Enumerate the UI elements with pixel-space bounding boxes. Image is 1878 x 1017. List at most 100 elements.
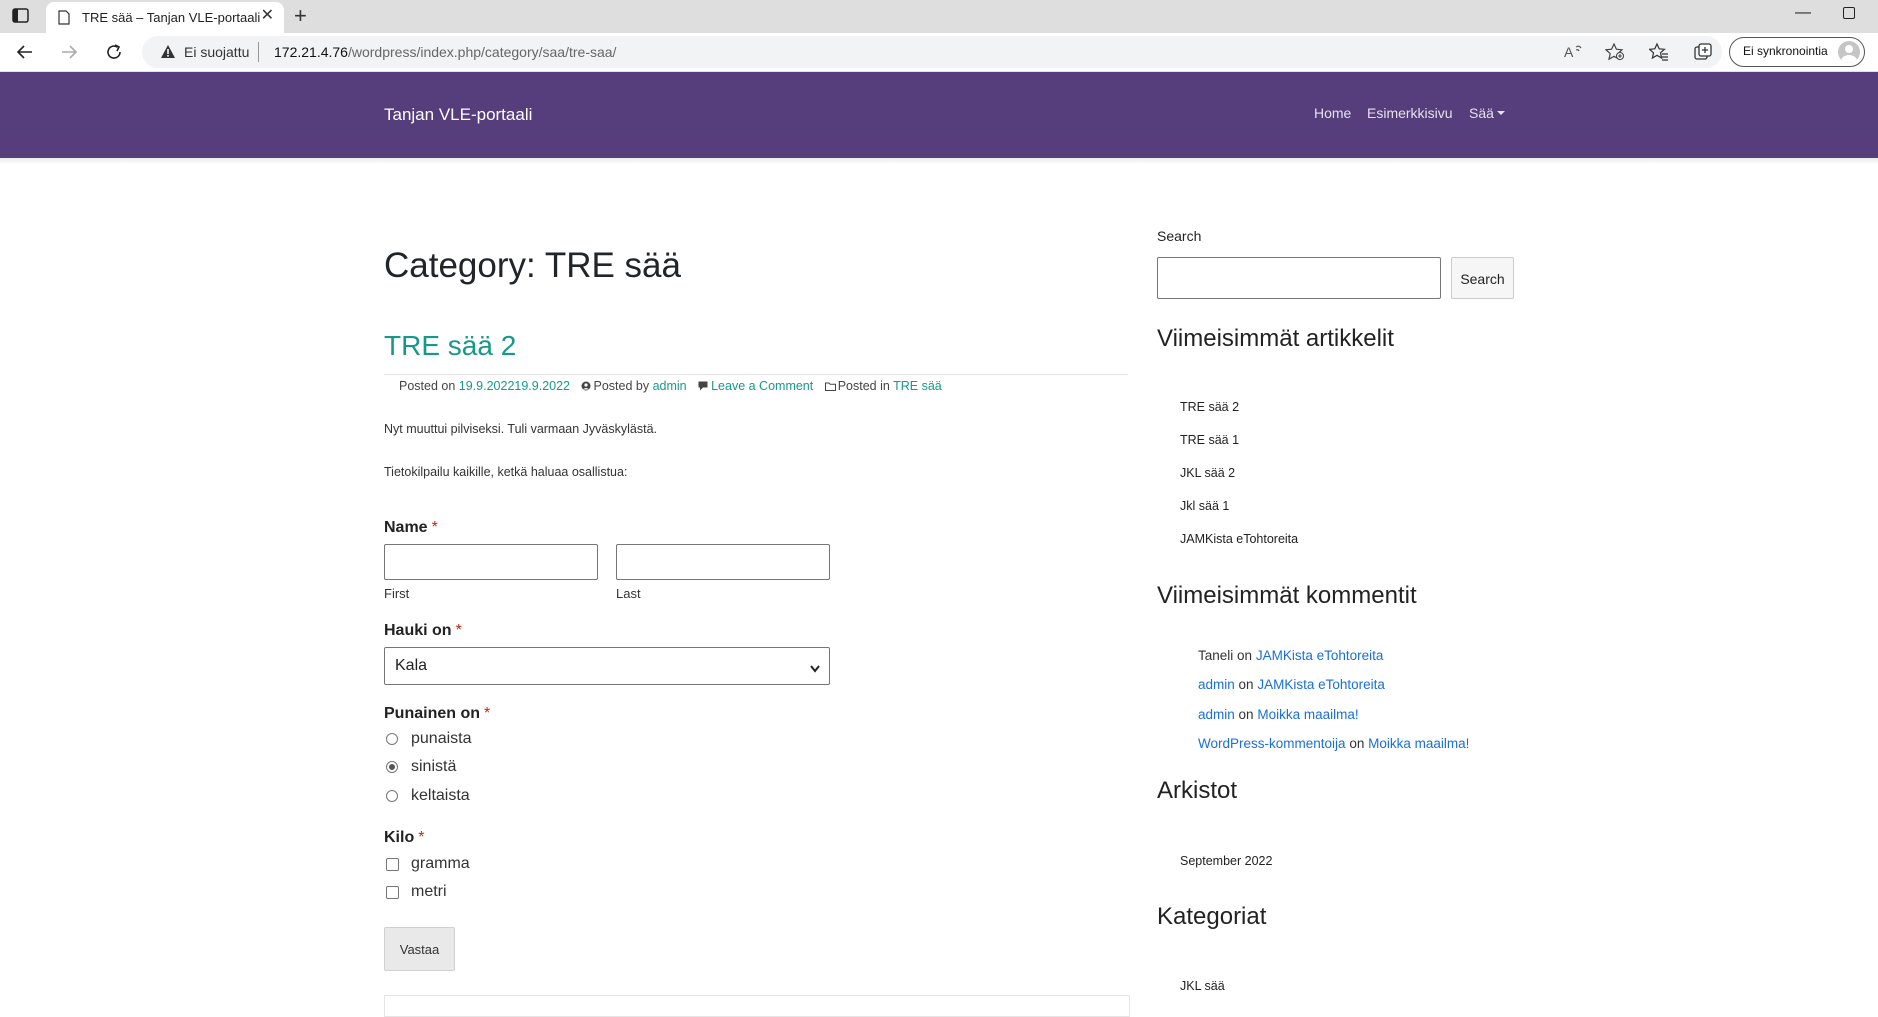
security-status[interactable]: Ei suojattu xyxy=(184,44,249,60)
url-path: /wordpress/index.php/category/saa/tre-sa… xyxy=(347,44,617,60)
post-date-link[interactable]: 19.9.202219.9.2022 xyxy=(459,379,570,393)
comment-post-link[interactable]: JAMKista eTohtoreita xyxy=(1256,648,1384,663)
back-icon[interactable] xyxy=(15,42,35,62)
required-mark: * xyxy=(431,519,438,536)
leave-comment-link[interactable]: Leave a Comment xyxy=(711,379,813,393)
recent-post-link[interactable]: Jkl sää 1 xyxy=(1180,499,1229,513)
comment-author-link[interactable]: admin xyxy=(1198,707,1235,722)
search-input[interactable] xyxy=(1157,257,1441,299)
posted-by-text: Posted by xyxy=(593,379,650,393)
category-link[interactable]: TRE sää xyxy=(893,379,942,393)
author-link[interactable]: admin xyxy=(653,379,687,393)
warning-icon[interactable] xyxy=(160,44,176,64)
search-label: Search xyxy=(1157,228,1202,244)
last-sublabel: Last xyxy=(616,586,641,601)
radio-label[interactable]: punaista xyxy=(411,730,472,748)
name-label-text: Name xyxy=(384,519,428,536)
checkbox-label[interactable]: metri xyxy=(411,883,447,901)
post-meta: Posted on 19.9.202219.9.2022 Posted by a… xyxy=(399,379,942,394)
required-mark: * xyxy=(455,622,462,639)
page-title: Category: TRE sää xyxy=(384,246,681,285)
url-text[interactable]: 172.21.4.76/wordpress/index.php/category… xyxy=(274,44,616,60)
user-icon xyxy=(581,380,591,394)
radio-label[interactable]: sinistä xyxy=(411,758,456,776)
refresh-icon[interactable] xyxy=(104,42,124,62)
radio-button-selected[interactable] xyxy=(386,761,398,773)
next-post-box xyxy=(384,995,1130,1017)
comment-on-text: on xyxy=(1349,736,1365,751)
comment-author-link[interactable]: admin xyxy=(1198,677,1235,692)
post-title-link[interactable]: TRE sää 2 xyxy=(384,330,516,362)
comment-author: Taneli xyxy=(1198,648,1234,663)
forward-icon[interactable] xyxy=(59,42,79,62)
sync-profile-button[interactable]: Ei synkronointia xyxy=(1729,37,1865,67)
first-sublabel: First xyxy=(384,586,410,601)
posted-in-text: Posted in xyxy=(837,379,890,393)
read-aloud-icon[interactable]: A xyxy=(1564,43,1584,66)
punainen-label: Punainen on * xyxy=(384,705,490,723)
comment-post-link[interactable]: Moikka maailma! xyxy=(1257,707,1358,722)
favorites-icon[interactable] xyxy=(1648,42,1669,67)
collections-icon[interactable] xyxy=(1693,42,1713,67)
category-link[interactable]: JKL sää xyxy=(1180,979,1225,993)
first-name-input[interactable] xyxy=(384,544,598,580)
hauki-selected-value: Kala xyxy=(395,657,428,674)
hauki-label: Hauki on * xyxy=(384,622,462,640)
radio-button[interactable] xyxy=(386,733,398,745)
maximize-icon[interactable] xyxy=(1843,7,1855,19)
comment-post-link[interactable]: Moikka maailma! xyxy=(1368,736,1469,751)
posted-on-text: Posted on xyxy=(399,379,456,393)
recent-post-link[interactable]: TRE sää 1 xyxy=(1180,433,1239,447)
tab-actions-icon[interactable] xyxy=(12,8,30,24)
address-divider xyxy=(258,42,259,62)
required-mark: * xyxy=(484,705,491,722)
checkbox[interactable] xyxy=(386,858,399,871)
browser-toolbar: Ei suojattu 172.21.4.76/wordpress/index.… xyxy=(0,33,1878,72)
kilo-label: Kilo * xyxy=(384,829,424,847)
folder-icon xyxy=(824,380,836,394)
checkbox[interactable] xyxy=(386,886,399,899)
checkbox-label[interactable]: gramma xyxy=(411,855,470,873)
minimize-icon[interactable]: — xyxy=(1795,4,1811,22)
recent-comment-item: admin on JAMKista eTohtoreita xyxy=(1198,677,1385,692)
sync-label: Ei synkronointia xyxy=(1743,44,1828,58)
last-name-input[interactable] xyxy=(616,544,830,580)
recent-comment-item: WordPress-kommentoija on Moikka maailma! xyxy=(1198,736,1469,751)
radio-button[interactable] xyxy=(386,790,398,802)
nav-home[interactable]: Home xyxy=(1314,105,1351,121)
radio-label[interactable]: keltaista xyxy=(411,787,470,805)
address-bar[interactable]: Ei suojattu 172.21.4.76/wordpress/index.… xyxy=(142,36,1722,68)
url-host: 172.21.4.76 xyxy=(274,44,348,60)
new-tab-button[interactable]: + xyxy=(294,4,307,28)
archive-link[interactable]: September 2022 xyxy=(1180,854,1272,868)
recent-post-link[interactable]: JKL sää 2 xyxy=(1180,466,1235,480)
site-header: Tanjan VLE-portaali Home Esimerkkisivu S… xyxy=(0,72,1878,158)
search-button[interactable]: Search xyxy=(1451,257,1514,299)
name-label: Name * xyxy=(384,519,438,537)
submit-label: Vastaa xyxy=(399,942,440,957)
tab-title: TRE sää – Tanjan VLE-portaali xyxy=(82,10,261,25)
chevron-down-icon xyxy=(809,661,821,679)
comment-author-link[interactable]: WordPress-kommentoija xyxy=(1198,736,1346,751)
categories-heading: Kategoriat xyxy=(1157,903,1267,930)
close-icon[interactable]: ✕ xyxy=(261,8,274,24)
comment-icon xyxy=(698,380,709,394)
hauki-select[interactable]: Kala xyxy=(384,647,830,685)
caret-down-icon xyxy=(1496,111,1505,115)
recent-posts-heading: Viimeisimmät artikkelit xyxy=(1157,325,1394,352)
submit-button[interactable]: Vastaa xyxy=(384,927,455,971)
recent-comment-item: admin on Moikka maailma! xyxy=(1198,707,1359,722)
site-brand[interactable]: Tanjan VLE-portaali xyxy=(384,105,532,125)
page-icon xyxy=(58,10,70,30)
recent-post-link[interactable]: JAMKista eTohtoreita xyxy=(1180,532,1298,546)
favorite-add-icon[interactable] xyxy=(1604,42,1625,66)
nav-saa-label: Sää xyxy=(1469,105,1494,121)
browser-tab-active[interactable]: TRE sää – Tanjan VLE-portaali ✕ xyxy=(46,2,284,33)
hauki-label-text: Hauki on xyxy=(384,622,452,639)
recent-post-link[interactable]: TRE sää 2 xyxy=(1180,400,1239,414)
comment-on-text: on xyxy=(1238,677,1254,692)
comment-post-link[interactable]: JAMKista eTohtoreita xyxy=(1257,677,1385,692)
nav-saa-dropdown[interactable]: Sää xyxy=(1469,105,1505,121)
search-button-label: Search xyxy=(1460,271,1505,287)
nav-esimerkkisivu[interactable]: Esimerkkisivu xyxy=(1367,105,1453,121)
